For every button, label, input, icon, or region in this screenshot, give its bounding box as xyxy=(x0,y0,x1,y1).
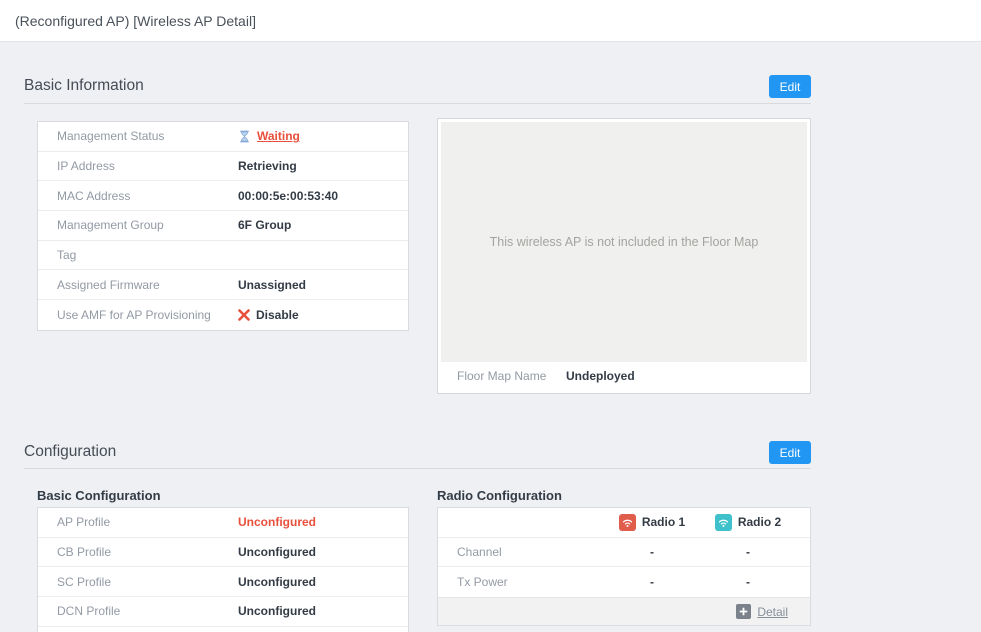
row-label: SC Profile xyxy=(38,575,238,589)
basic-information-edit-button[interactable]: Edit xyxy=(769,75,811,98)
table-row: Management Status Waiting xyxy=(38,122,408,152)
wifi-icon xyxy=(619,514,636,531)
radio-configuration-title: Radio Configuration xyxy=(437,488,562,503)
table-row: Tag xyxy=(38,241,408,271)
row-label: Assigned Firmware xyxy=(38,278,238,292)
row-value: Unconfigured xyxy=(238,575,316,589)
radio-table-header-row: Radio 1 Radio 2 xyxy=(438,508,810,538)
row-value: Unconfigured xyxy=(238,515,316,529)
table-row: CB Profile Unconfigured xyxy=(38,538,408,568)
x-mark-icon xyxy=(238,309,250,321)
floor-map-footer: Floor Map Name Undeployed xyxy=(441,362,807,390)
row-label: MAC Address xyxy=(38,189,238,203)
table-row: Channel - - xyxy=(438,538,810,568)
floor-map-panel: This wireless AP is not included in the … xyxy=(437,118,811,394)
radio2-label: Radio 2 xyxy=(738,515,781,529)
plus-icon[interactable] xyxy=(736,604,751,619)
floor-map-name-label: Floor Map Name xyxy=(457,369,566,383)
row-label: Tag xyxy=(38,248,238,262)
row-label: Management Group xyxy=(38,218,238,232)
channel-radio1-value: - xyxy=(604,545,700,559)
row-label: IP Address xyxy=(38,159,238,173)
basic-information-title: Basic Information xyxy=(24,77,144,95)
floor-map-message: This wireless AP is not included in the … xyxy=(490,235,759,249)
row-label: Management Status xyxy=(38,129,238,143)
row-label: Use AMF for AP Provisioning xyxy=(38,308,238,322)
channel-radio2-value: - xyxy=(700,545,796,559)
row-value: Unassigned xyxy=(238,278,306,292)
management-status-link[interactable]: Waiting xyxy=(257,129,300,143)
basic-configuration-table: AP Profile Unconfigured CB Profile Uncon… xyxy=(37,507,409,632)
row-value: 6F Group xyxy=(238,218,291,232)
row-value: Retrieving xyxy=(238,159,297,173)
basic-information-divider xyxy=(24,103,811,104)
detail-link[interactable]: Detail xyxy=(757,605,788,619)
table-row: Tx Power - - xyxy=(438,567,810,597)
table-row xyxy=(38,627,408,632)
row-value: 00:00:5e:00:53:40 xyxy=(238,189,338,203)
radio-table-footer: Detail xyxy=(438,597,810,625)
row-label: CB Profile xyxy=(38,545,238,559)
basic-information-table: Management Status Waiting IP Address Ret… xyxy=(37,121,409,331)
table-row: MAC Address 00:00:5e:00:53:40 xyxy=(38,181,408,211)
row-label: DCN Profile xyxy=(38,604,238,618)
floor-map-placeholder: This wireless AP is not included in the … xyxy=(441,122,807,362)
table-row: AP Profile Unconfigured xyxy=(38,508,408,538)
floor-map-name-value: Undeployed xyxy=(566,369,635,383)
table-row: Management Group 6F Group xyxy=(38,211,408,241)
row-label: Tx Power xyxy=(438,575,604,589)
row-label: AP Profile xyxy=(38,515,238,529)
row-value: Unconfigured xyxy=(238,545,316,559)
configuration-edit-button[interactable]: Edit xyxy=(769,441,811,464)
txpower-radio1-value: - xyxy=(604,575,700,589)
page-title: (Reconfigured AP) [Wireless AP Detail] xyxy=(15,13,256,29)
table-row: Use AMF for AP Provisioning Disable xyxy=(38,300,408,330)
radio1-column-header: Radio 1 xyxy=(604,514,700,531)
row-label: Channel xyxy=(438,545,604,559)
configuration-title: Configuration xyxy=(24,443,116,461)
configuration-divider xyxy=(24,468,811,469)
radio2-column-header: Radio 2 xyxy=(700,514,796,531)
basic-configuration-title: Basic Configuration xyxy=(37,488,161,503)
table-row: Assigned Firmware Unassigned xyxy=(38,270,408,300)
radio1-label: Radio 1 xyxy=(642,515,685,529)
table-row: IP Address Retrieving xyxy=(38,152,408,182)
hourglass-icon xyxy=(238,130,251,143)
wifi-icon xyxy=(715,514,732,531)
row-value: Disable xyxy=(256,308,299,322)
table-row: SC Profile Unconfigured xyxy=(38,567,408,597)
radio-configuration-table: Radio 1 Radio 2 Channel - - Tx Power - - xyxy=(437,507,811,626)
row-value: Unconfigured xyxy=(238,604,316,618)
page-header: (Reconfigured AP) [Wireless AP Detail] xyxy=(0,0,981,42)
txpower-radio2-value: - xyxy=(700,575,796,589)
table-row: DCN Profile Unconfigured xyxy=(38,597,408,627)
